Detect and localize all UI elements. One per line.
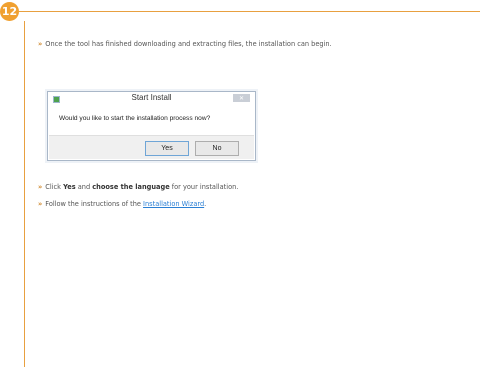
dialog-button-bar: Yes No: [49, 135, 254, 159]
intro-text: Once the tool has finished downloading a…: [45, 40, 332, 48]
text-segment: and: [75, 183, 93, 191]
bullet-marker: »: [38, 183, 43, 191]
yes-emphasis: Yes: [63, 183, 76, 191]
start-install-dialog: Start Install ✕ Would you like to start …: [47, 91, 256, 161]
header-rule: [19, 11, 480, 12]
dialog-body: Would you like to start the installation…: [53, 107, 250, 135]
dialog-title: Start Install: [131, 93, 172, 102]
text-segment: Click: [45, 183, 64, 191]
dialog-question: Would you like to start the installation…: [59, 115, 211, 122]
bullet-marker: »: [38, 40, 43, 48]
intro-paragraph: » Once the tool has finished downloading …: [38, 40, 332, 49]
no-button[interactable]: No: [195, 141, 239, 156]
yes-button[interactable]: Yes: [145, 141, 189, 156]
close-icon[interactable]: ✕: [233, 94, 250, 102]
text-segment: for your installation.: [169, 183, 239, 191]
left-margin-rule: [24, 21, 25, 367]
bullet-marker: »: [38, 200, 43, 208]
choose-language-emphasis: choose the language: [92, 183, 170, 191]
wizard-paragraph: » Follow the instructions of the Installa…: [38, 200, 206, 209]
text-segment: Follow the instructions of the: [45, 200, 144, 208]
step-number-badge: 12: [0, 2, 19, 21]
choose-language-paragraph: » Click Yes and choose the language for y…: [38, 183, 238, 192]
installation-wizard-link[interactable]: Installation Wizard: [143, 200, 204, 208]
text-segment: .: [204, 200, 207, 208]
dialog-title-bar: Start Install ✕: [48, 92, 255, 105]
